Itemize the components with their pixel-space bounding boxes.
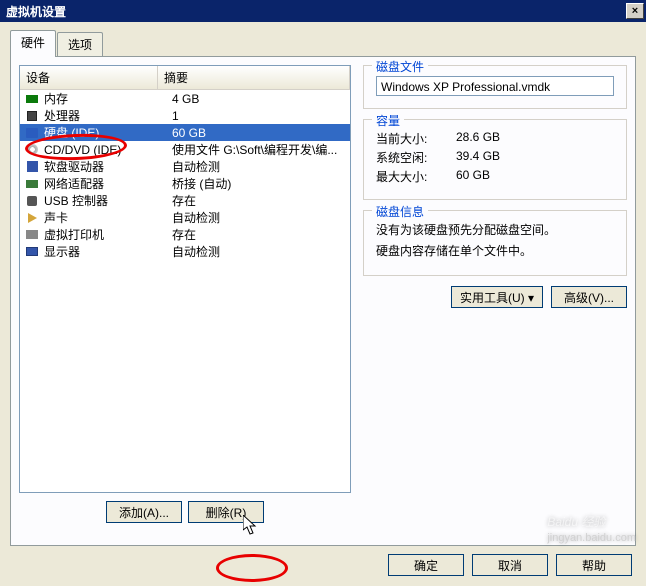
device-row[interactable]: USB 控制器存在 <box>20 192 350 209</box>
device-row[interactable]: CD/DVD (IDE)使用文件 G:\Soft\编程开发\编... <box>20 141 350 158</box>
system-free-value: 39.4 GB <box>456 149 500 166</box>
diskfile-group: 磁盘文件 Windows XP Professional.vmdk <box>363 65 627 109</box>
device-summary: 存在 <box>172 226 346 243</box>
device-list-column: 设备 摘要 内存4 GB处理器1硬盘 (IDE)60 GBCD/DVD (IDE… <box>19 65 351 523</box>
device-row[interactable]: 声卡自动检测 <box>20 209 350 226</box>
device-list[interactable]: 设备 摘要 内存4 GB处理器1硬盘 (IDE)60 GBCD/DVD (IDE… <box>19 65 351 493</box>
tab-options[interactable]: 选项 <box>57 32 103 57</box>
add-button[interactable]: 添加(A)... <box>106 501 182 523</box>
device-name: USB 控制器 <box>44 192 172 209</box>
capacity-group: 容量 当前大小:28.6 GB 系统空闲:39.4 GB 最大大小:60 GB <box>363 119 627 200</box>
diskinfo-legend: 磁盘信息 <box>372 203 428 220</box>
diskinfo-line1: 没有为该硬盘预先分配磁盘空间。 <box>376 221 614 238</box>
hardware-panel: 设备 摘要 内存4 GB处理器1硬盘 (IDE)60 GBCD/DVD (IDE… <box>10 56 636 546</box>
device-icon <box>24 177 40 191</box>
device-summary: 自动检测 <box>172 209 346 226</box>
device-icon <box>24 109 40 123</box>
system-free-label: 系统空闲: <box>376 149 456 166</box>
device-icon <box>24 143 40 157</box>
diskinfo-group: 磁盘信息 没有为该硬盘预先分配磁盘空间。 硬盘内容存储在单个文件中。 <box>363 210 627 276</box>
detail-column: 磁盘文件 Windows XP Professional.vmdk 容量 当前大… <box>363 65 627 523</box>
max-size-label: 最大大小: <box>376 168 456 185</box>
device-name: CD/DVD (IDE) <box>44 143 172 157</box>
device-name: 软盘驱动器 <box>44 158 172 175</box>
tabstrip: 硬件 选项 <box>10 30 636 57</box>
device-name: 显示器 <box>44 243 172 260</box>
current-size-label: 当前大小: <box>376 130 456 147</box>
close-button[interactable]: × <box>626 3 644 19</box>
device-icon <box>24 160 40 174</box>
max-size-value: 60 GB <box>456 168 490 185</box>
device-icon <box>24 211 40 225</box>
ok-button[interactable]: 确定 <box>388 554 464 576</box>
device-summary: 4 GB <box>172 92 346 106</box>
device-row[interactable]: 虚拟打印机存在 <box>20 226 350 243</box>
device-summary: 桥接 (自动) <box>172 175 346 192</box>
dialog-footer: 确定 取消 帮助 <box>10 554 636 576</box>
device-row[interactable]: 内存4 GB <box>20 90 350 107</box>
device-icon <box>24 245 40 259</box>
device-summary: 60 GB <box>172 126 346 140</box>
col-device[interactable]: 设备 <box>20 66 158 89</box>
device-summary: 1 <box>172 109 346 123</box>
device-icon <box>24 92 40 106</box>
device-list-header: 设备 摘要 <box>20 66 350 90</box>
device-row[interactable]: 处理器1 <box>20 107 350 124</box>
device-summary: 自动检测 <box>172 243 346 260</box>
tab-hardware[interactable]: 硬件 <box>10 30 56 57</box>
advanced-button[interactable]: 高级(V)... <box>551 286 627 308</box>
device-name: 内存 <box>44 90 172 107</box>
device-name: 硬盘 (IDE) <box>44 124 172 141</box>
diskfile-legend: 磁盘文件 <box>372 58 428 75</box>
device-icon <box>24 228 40 242</box>
capacity-legend: 容量 <box>372 112 404 129</box>
utilities-button[interactable]: 实用工具(U) ▾ <box>451 286 543 308</box>
cancel-button[interactable]: 取消 <box>472 554 548 576</box>
titlebar: 虚拟机设置 × <box>0 0 646 22</box>
current-size-value: 28.6 GB <box>456 130 500 147</box>
client-area: 硬件 选项 设备 摘要 内存4 GB处理器1硬盘 (IDE)60 GBCD/DV… <box>0 22 646 586</box>
device-list-body: 内存4 GB处理器1硬盘 (IDE)60 GBCD/DVD (IDE)使用文件 … <box>20 90 350 492</box>
device-row[interactable]: 网络适配器桥接 (自动) <box>20 175 350 192</box>
device-summary: 存在 <box>172 192 346 209</box>
device-row[interactable]: 显示器自动检测 <box>20 243 350 260</box>
diskinfo-line2: 硬盘内容存储在单个文件中。 <box>376 242 614 259</box>
device-row[interactable]: 硬盘 (IDE)60 GB <box>20 124 350 141</box>
window-title: 虚拟机设置 <box>6 3 66 20</box>
device-name: 声卡 <box>44 209 172 226</box>
device-icon <box>24 194 40 208</box>
col-summary[interactable]: 摘要 <box>158 66 350 89</box>
device-summary: 使用文件 G:\Soft\编程开发\编... <box>172 141 346 158</box>
device-name: 处理器 <box>44 107 172 124</box>
device-summary: 自动检测 <box>172 158 346 175</box>
device-icon <box>24 126 40 140</box>
help-button[interactable]: 帮助 <box>556 554 632 576</box>
device-name: 网络适配器 <box>44 175 172 192</box>
device-row[interactable]: 软盘驱动器自动检测 <box>20 158 350 175</box>
diskfile-field[interactable]: Windows XP Professional.vmdk <box>376 76 614 96</box>
remove-button[interactable]: 删除(R) <box>188 501 264 523</box>
device-name: 虚拟打印机 <box>44 226 172 243</box>
